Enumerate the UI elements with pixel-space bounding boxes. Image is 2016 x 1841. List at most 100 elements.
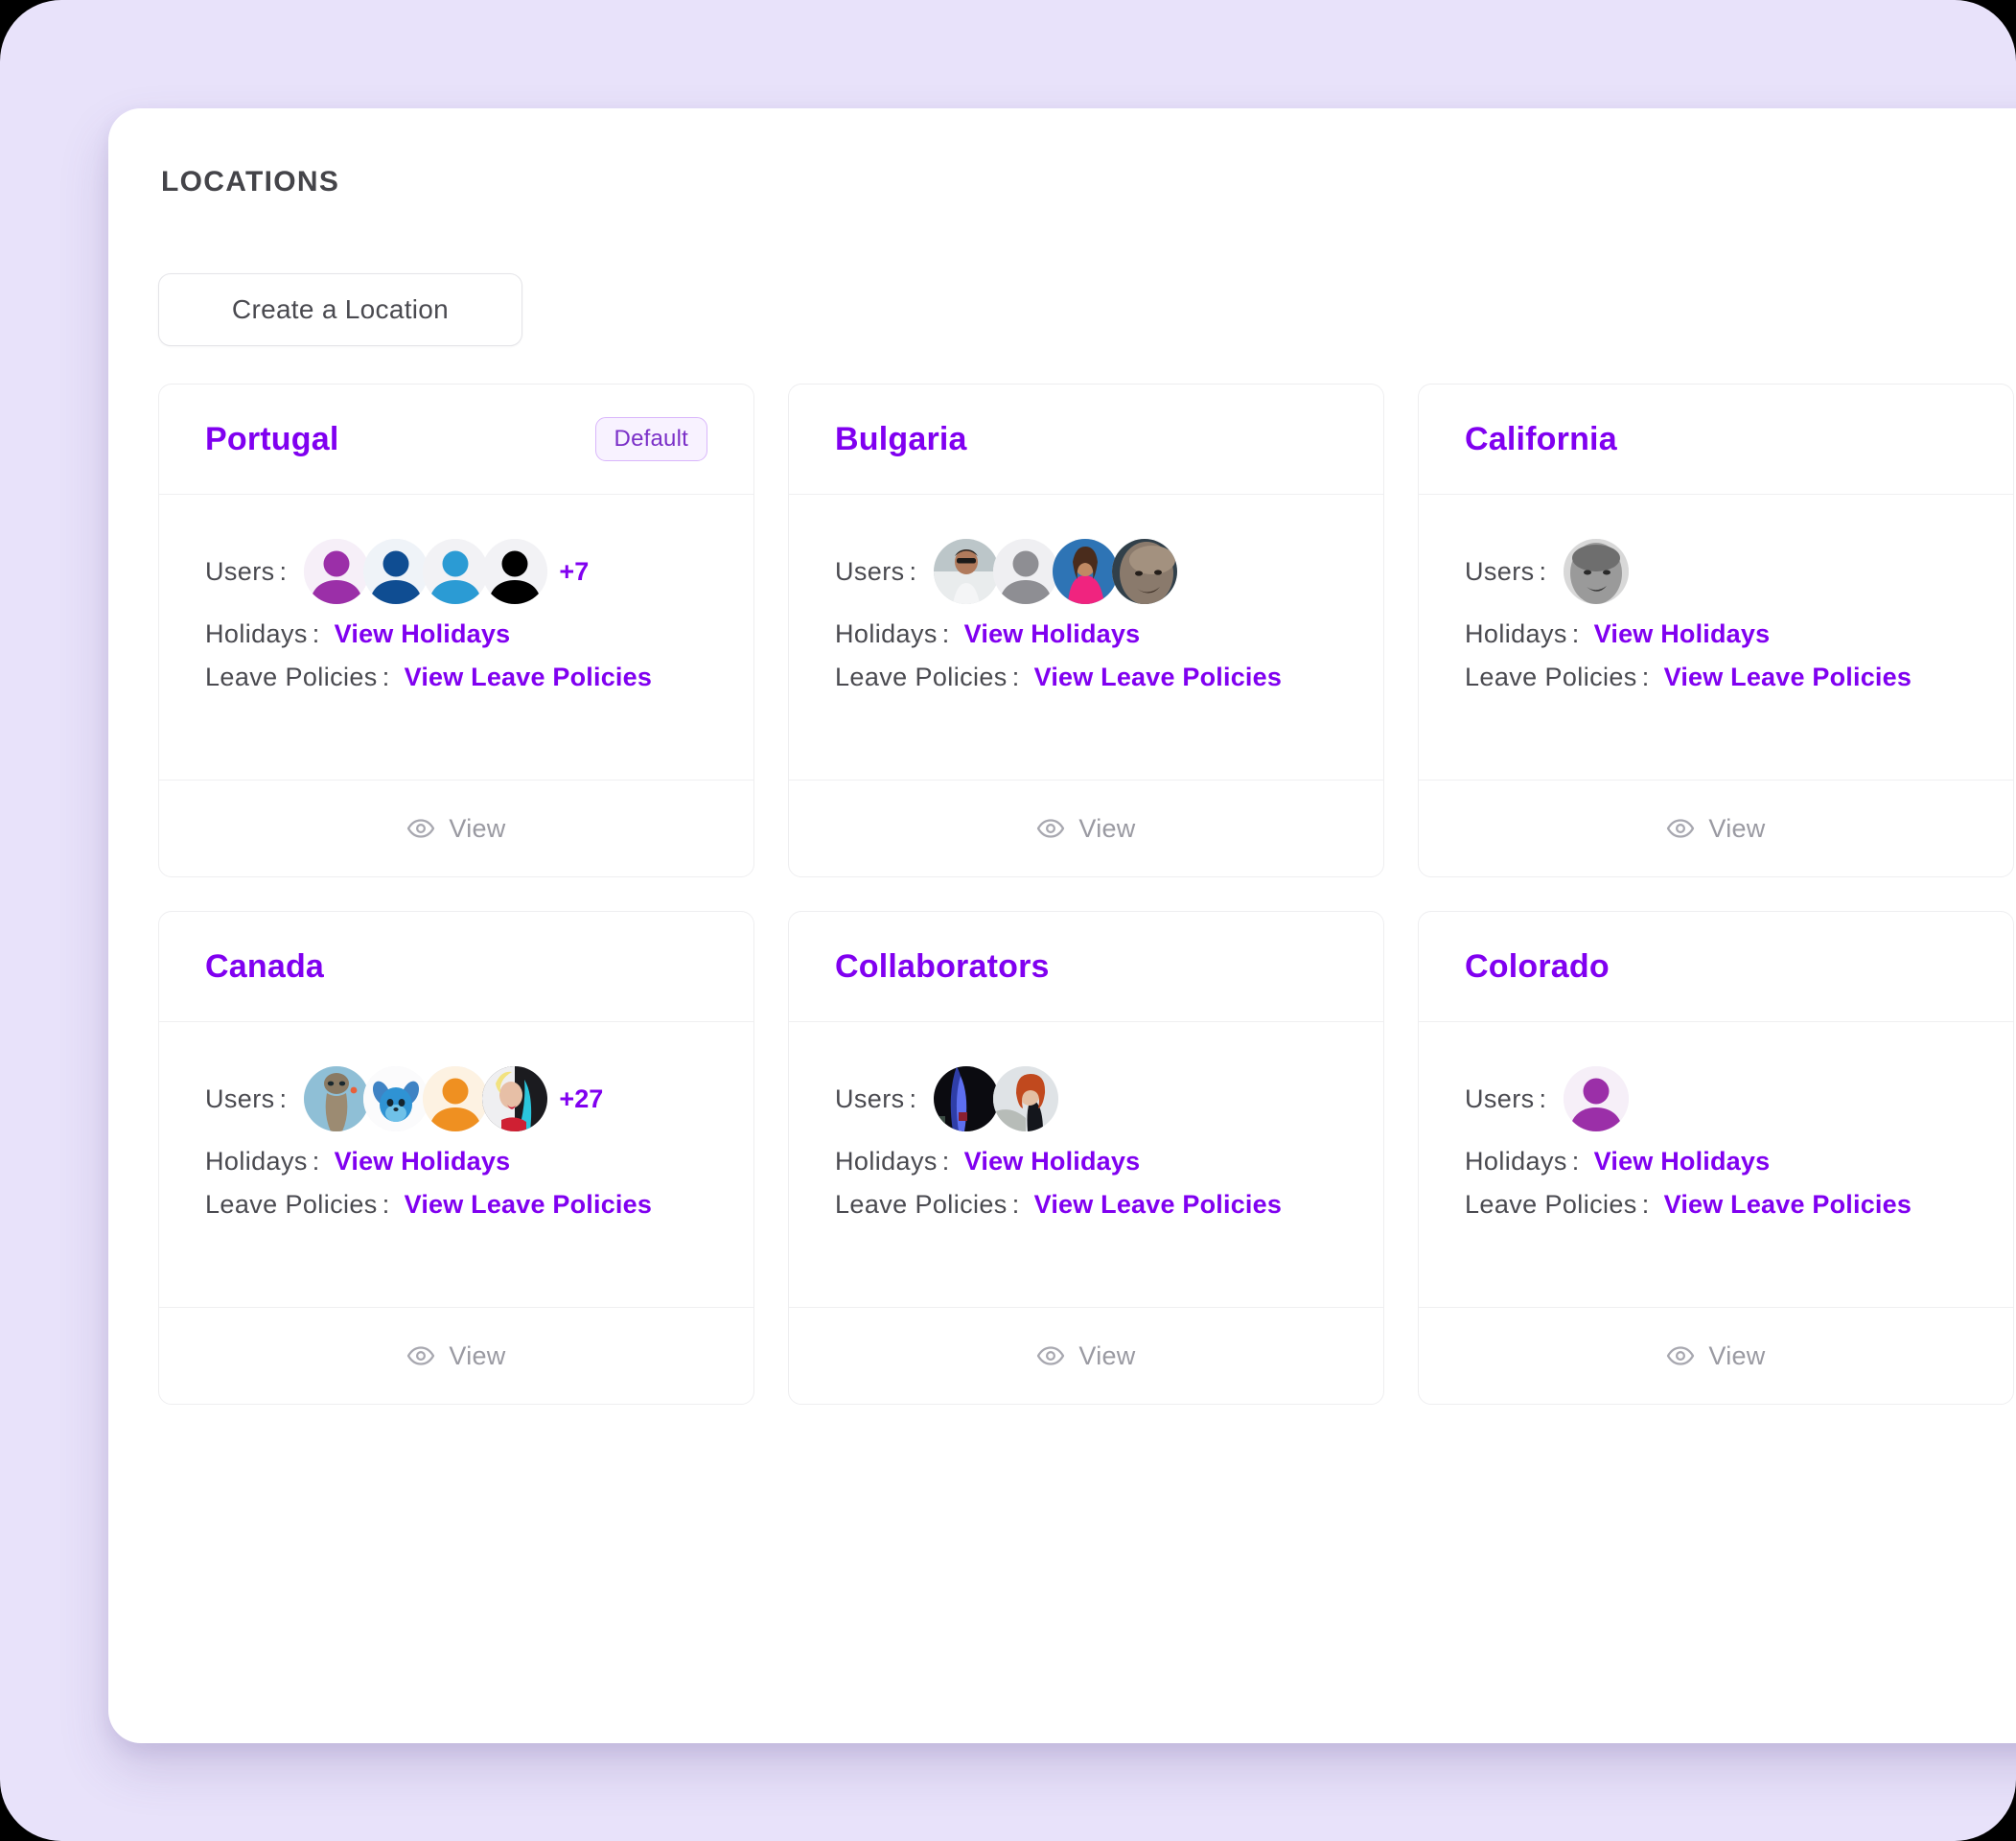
users-label-text: Users: [1465, 556, 1535, 586]
colon: :: [1011, 663, 1020, 691]
holidays-label: Holidays:: [835, 619, 950, 649]
view-location-button[interactable]: View: [1419, 781, 2013, 876]
avatar-stack: [1564, 1066, 1630, 1131]
leave-policies-row: Leave Policies: View Leave Policies: [835, 663, 1337, 692]
locations-grid: Portugal Default Users: +7 Holidays: View Hol…: [158, 384, 2016, 1405]
holidays-row: Holidays: View Holidays: [835, 619, 1337, 649]
users-label: Users:: [205, 1084, 287, 1114]
avatar-navy-silhouette[interactable]: [363, 539, 429, 604]
location-card-body: Users: +7 Holidays: View Holidays Leave Poli…: [159, 495, 753, 781]
users-row: Users:: [1465, 535, 1967, 608]
leave-policies-label-text: Leave Policies: [835, 1190, 1008, 1219]
view-location-button[interactable]: View: [789, 1308, 1383, 1404]
users-label-text: Users: [835, 1084, 905, 1113]
view-location-button[interactable]: View: [789, 781, 1383, 876]
eye-icon: [1036, 1341, 1065, 1370]
users-row: Users:: [1465, 1062, 1967, 1135]
colon: :: [1641, 1190, 1650, 1219]
leave-policies-label-text: Leave Policies: [835, 663, 1008, 691]
leave-policies-label: Leave Policies:: [1465, 663, 1650, 692]
colon: :: [1539, 1084, 1547, 1113]
location-name: California: [1465, 420, 1617, 457]
location-card[interactable]: Colorado Users: Holidays: View Holidays Leav…: [1418, 911, 2014, 1405]
holidays-row: Holidays: View Holidays: [835, 1147, 1337, 1177]
avatar-purple-silhouette[interactable]: [304, 539, 370, 604]
leave-policies-row: Leave Policies: View Leave Policies: [205, 663, 707, 692]
users-overflow-count[interactable]: +7: [559, 557, 589, 587]
holidays-label: Holidays:: [205, 619, 320, 649]
view-leave-policies-link[interactable]: View Leave Policies: [405, 663, 652, 692]
avatar-photo-et[interactable]: [304, 1066, 370, 1131]
avatar-photo-dark-figure[interactable]: [934, 1066, 1000, 1131]
view-holidays-link[interactable]: View Holidays: [1594, 619, 1771, 649]
holidays-label-text: Holidays: [1465, 1147, 1567, 1176]
avatar-stack: [1564, 539, 1630, 604]
users-overflow-count[interactable]: +27: [559, 1084, 603, 1114]
view-holidays-link[interactable]: View Holidays: [964, 1147, 1141, 1177]
holidays-label: Holidays:: [835, 1147, 950, 1177]
view-location-button[interactable]: View: [159, 781, 753, 876]
leave-policies-label-text: Leave Policies: [205, 1190, 378, 1219]
leave-policies-label-text: Leave Policies: [205, 663, 378, 691]
avatar-orange-silhouette[interactable]: [423, 1066, 489, 1131]
users-label: Users:: [1465, 1084, 1546, 1114]
view-holidays-link[interactable]: View Holidays: [1594, 1147, 1771, 1177]
eye-icon: [406, 1341, 435, 1370]
colon: :: [382, 663, 390, 691]
eye-icon: [1666, 814, 1695, 843]
location-card-body: Users: Holidays: View Holidays Leave Polici…: [1419, 495, 2013, 781]
leave-policies-row: Leave Policies: View Leave Policies: [1465, 1190, 1967, 1220]
view-holidays-link[interactable]: View Holidays: [335, 1147, 511, 1177]
location-name: Portugal: [205, 420, 339, 457]
leave-policies-label: Leave Policies:: [835, 1190, 1020, 1220]
avatar-stack: [934, 1066, 1059, 1131]
location-card-body: Users: Holidays: View Holidays Leave Polici…: [1419, 1022, 2013, 1308]
avatar-photo-grey-face[interactable]: [1564, 539, 1630, 604]
view-leave-policies-link[interactable]: View Leave Policies: [1664, 1190, 1912, 1220]
view-leave-policies-link[interactable]: View Leave Policies: [1664, 663, 1912, 692]
avatar-photo-stitch[interactable]: [363, 1066, 429, 1131]
location-card[interactable]: California Users: Holidays: View Holidays Le…: [1418, 384, 2014, 877]
view-label: View: [1708, 813, 1766, 843]
colon: :: [1539, 556, 1547, 586]
leave-policies-label: Leave Policies:: [205, 1190, 390, 1220]
location-card[interactable]: Bulgaria Users: Holidays: View Holidays Leav…: [788, 384, 1384, 877]
avatar-stack: [304, 1066, 548, 1131]
view-label: View: [1078, 813, 1136, 843]
leave-policies-label: Leave Policies:: [1465, 1190, 1650, 1220]
avatar-grey-silhouette[interactable]: [993, 539, 1059, 604]
view-location-button[interactable]: View: [159, 1308, 753, 1404]
location-card-body: Users: Holidays: View Holidays Leave Polici…: [789, 1022, 1383, 1308]
location-card[interactable]: Canada Users: +27 Holidays: View Holidays Lea…: [158, 911, 754, 1405]
users-label-text: Users: [205, 556, 275, 586]
colon: :: [909, 556, 917, 586]
view-holidays-link[interactable]: View Holidays: [964, 619, 1141, 649]
avatar-photo-bald-man[interactable]: [1112, 539, 1178, 604]
view-label: View: [1078, 1340, 1136, 1370]
view-label: View: [449, 1340, 506, 1370]
view-location-button[interactable]: View: [1419, 1308, 2013, 1404]
create-location-button[interactable]: Create a Location: [158, 273, 522, 346]
holidays-row: Holidays: View Holidays: [1465, 1147, 1967, 1177]
holidays-label-text: Holidays: [835, 1147, 938, 1176]
colon: :: [1571, 1147, 1580, 1176]
users-label: Users:: [835, 557, 916, 587]
avatar-purple-silhouette[interactable]: [1564, 1066, 1630, 1131]
location-name: Bulgaria: [835, 420, 967, 457]
view-leave-policies-link[interactable]: View Leave Policies: [405, 1190, 652, 1220]
avatar-photo-harley-quinn[interactable]: [482, 1066, 548, 1131]
location-card[interactable]: Portugal Default Users: +7 Holidays: View Hol…: [158, 384, 754, 877]
avatar-black-silhouette[interactable]: [482, 539, 548, 604]
colon: :: [312, 1147, 320, 1176]
avatar-photo-man-sunglasses[interactable]: [934, 539, 1000, 604]
users-label-text: Users: [835, 556, 905, 586]
view-holidays-link[interactable]: View Holidays: [335, 619, 511, 649]
avatar-blue-silhouette[interactable]: [423, 539, 489, 604]
location-card[interactable]: Collaborators Users: Holidays: View Holiday…: [788, 911, 1384, 1405]
view-leave-policies-link[interactable]: View Leave Policies: [1034, 1190, 1282, 1220]
eye-icon: [406, 814, 435, 843]
view-leave-policies-link[interactable]: View Leave Policies: [1034, 663, 1282, 692]
avatar-photo-woman-pink[interactable]: [1053, 539, 1119, 604]
users-row: Users:: [835, 1062, 1337, 1135]
avatar-photo-red-hair-woman[interactable]: [993, 1066, 1059, 1131]
